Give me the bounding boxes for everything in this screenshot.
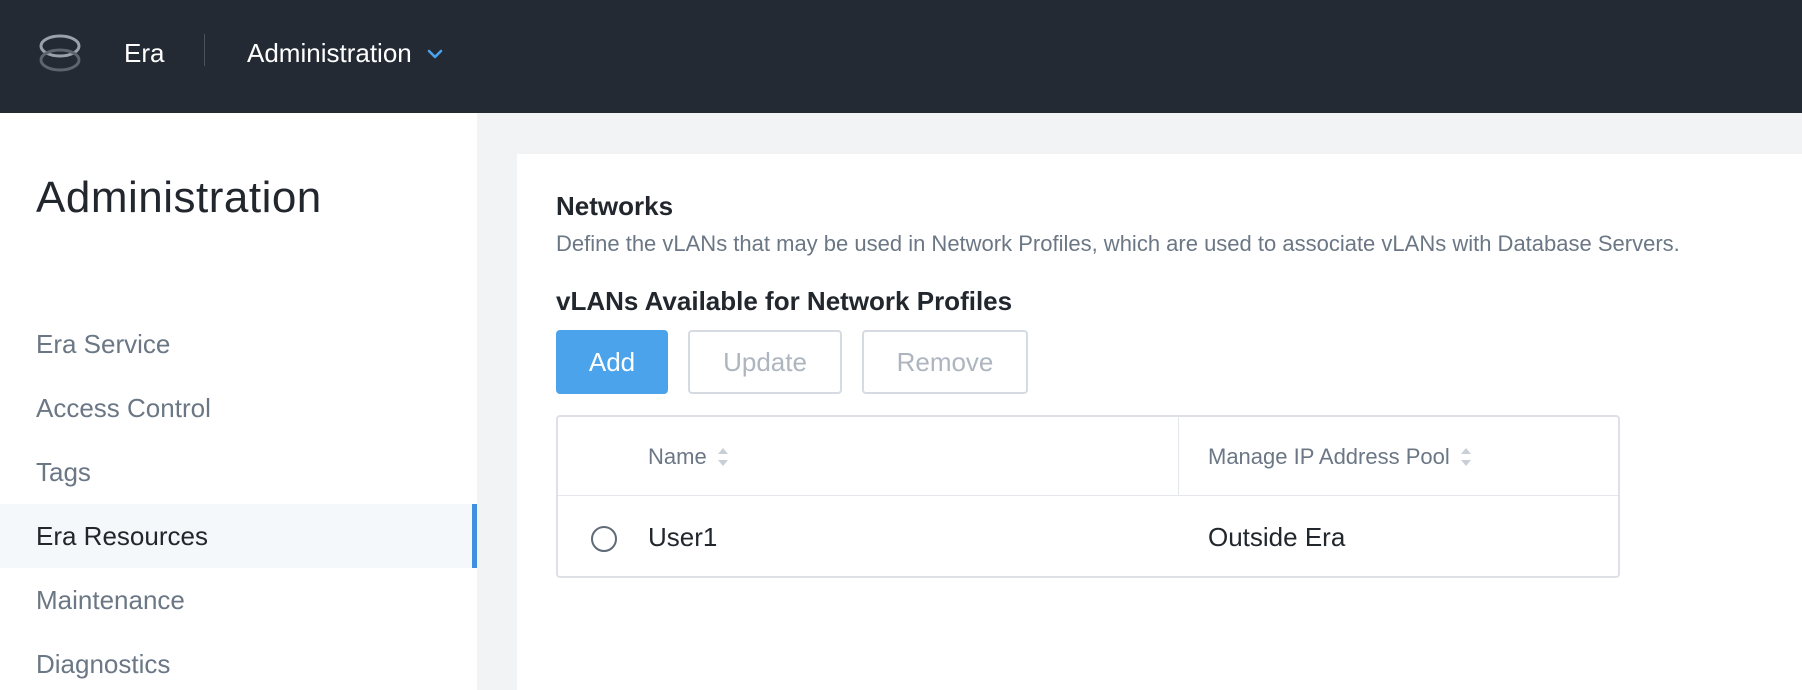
module-switcher-label: Administration (247, 38, 412, 68)
add-button[interactable]: Add (556, 330, 668, 394)
section-description: Define the vLANs that may be used in Net… (556, 231, 1680, 256)
sidebar-item-era-resources[interactable]: Era Resources (0, 504, 477, 568)
app-name[interactable]: Era (124, 38, 164, 69)
topbar-divider (204, 34, 205, 66)
table-header: Name Manage IP Address Pool (558, 417, 1618, 496)
sidebar-item-tags[interactable]: Tags (0, 440, 477, 504)
remove-button[interactable]: Remove (862, 330, 1028, 394)
sidebar-item-access-control[interactable]: Access Control (0, 376, 477, 440)
sidebar-item-maintenance[interactable]: Maintenance (0, 568, 477, 632)
cell-ip-pool: Outside Era (1208, 521, 1346, 552)
sidebar-item-era-service[interactable]: Era Service (0, 312, 477, 376)
main-panel: Networks Define the vLANs that may be us… (517, 154, 1802, 690)
chevron-down-icon (427, 49, 443, 58)
column-header-name[interactable]: Name (648, 417, 729, 496)
column-header-ip-pool[interactable]: Manage IP Address Pool (1208, 417, 1472, 496)
era-logo-icon[interactable] (36, 30, 84, 76)
sidebar-nav: Era Service Access Control Tags Era Reso… (0, 312, 477, 690)
sidebar: Administration Era Service Access Contro… (0, 113, 477, 690)
sort-icon (1460, 447, 1471, 466)
column-divider (1178, 417, 1179, 496)
table-row[interactable]: User1 Outside Era (558, 497, 1618, 577)
subsection-title: vLANs Available for Network Profiles (556, 286, 1013, 316)
section-title: Networks (556, 191, 674, 221)
vlan-table: Name Manage IP Address Pool User1 Outsid… (556, 415, 1620, 578)
column-header-name-label: Name (648, 443, 707, 469)
update-button[interactable]: Update (688, 330, 842, 394)
module-switcher[interactable]: Administration (247, 38, 444, 69)
top-bar: Era Administration (0, 0, 1802, 113)
sort-icon (717, 447, 728, 466)
sidebar-title: Administration (36, 173, 322, 222)
sidebar-item-diagnostics[interactable]: Diagnostics (0, 632, 477, 690)
row-select-radio[interactable] (591, 526, 617, 552)
column-header-ip-pool-label: Manage IP Address Pool (1208, 443, 1450, 469)
cell-name: User1 (648, 521, 718, 552)
